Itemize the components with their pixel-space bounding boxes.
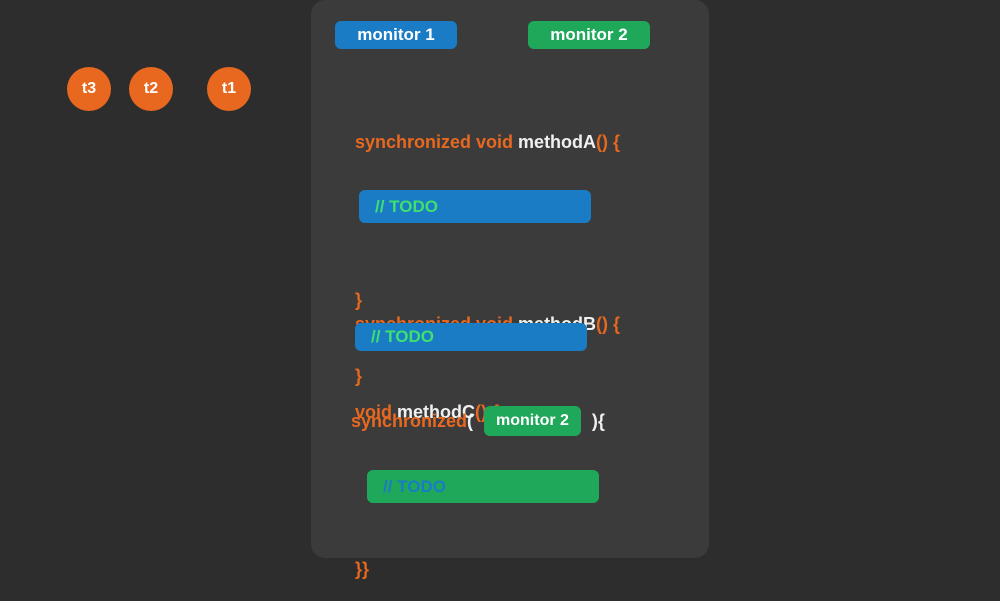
thread-t2[interactable]: t2 — [129, 67, 173, 111]
method-b-paren-brace: () { — [596, 314, 620, 334]
method-c-sync-open: ( — [467, 411, 478, 432]
method-a-signature: synchronized void methodA() { — [335, 111, 620, 174]
method-c-todo-text: // TODO — [383, 477, 446, 497]
method-a-todo-block: // TODO — [359, 190, 591, 223]
method-c-sync-close: ){ — [587, 411, 605, 432]
keyword-synchronized-void: synchronized void — [355, 132, 518, 152]
monitor-2-inline-badge[interactable]: monitor 2 — [484, 406, 581, 436]
keyword-synchronized-c: synchronized — [351, 411, 467, 432]
method-a-todo-text: // TODO — [375, 197, 438, 217]
monitor-2-badge[interactable]: monitor 2 — [528, 21, 650, 49]
method-c-close: }} — [335, 538, 369, 601]
thread-t1[interactable]: t1 — [207, 67, 251, 111]
thread-t3[interactable]: t3 — [67, 67, 111, 111]
monitor-1-badge[interactable]: monitor 1 — [335, 21, 457, 49]
method-a-name: methodA — [518, 132, 596, 152]
method-c-sync-line: synchronized( monitor 2 ){ — [351, 406, 605, 436]
method-c-todo-block: // TODO — [367, 470, 599, 503]
code-panel: monitor 1 monitor 2 synchronized void me… — [311, 0, 709, 558]
method-a-paren-brace: () { — [596, 132, 620, 152]
method-b-todo-block: // TODO — [355, 323, 587, 351]
method-b-todo-text: // TODO — [371, 327, 434, 347]
